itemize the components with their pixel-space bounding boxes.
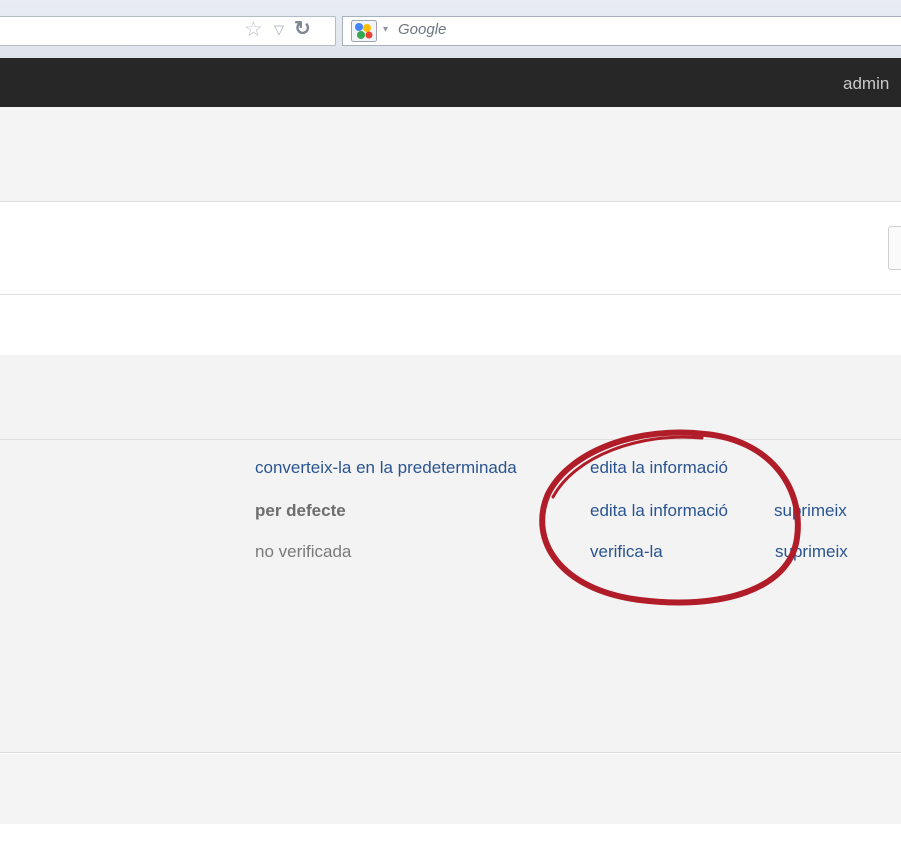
annotation-circle [539, 429, 801, 606]
